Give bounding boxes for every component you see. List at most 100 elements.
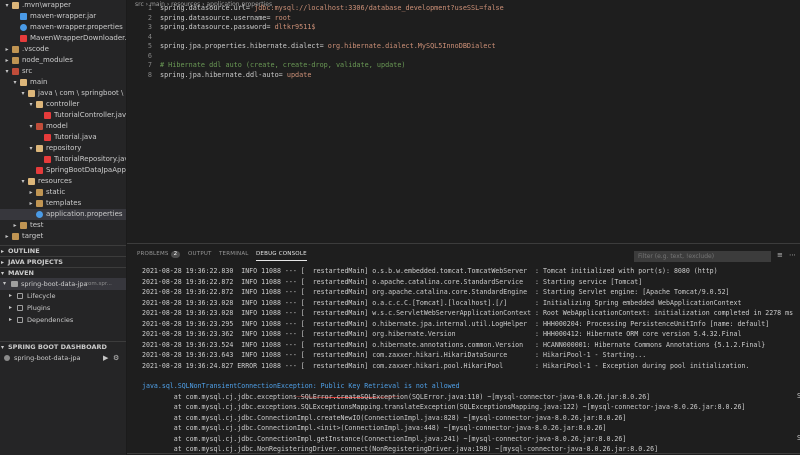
log-line: 2021-08-28 19:36:23.643 INFO 11088 --- [… — [142, 351, 647, 359]
tab-label: PROBLEMS — [137, 251, 169, 257]
chevron-down-icon[interactable]: ▾ — [11, 77, 19, 88]
chevron-right-icon[interactable]: ▸ — [9, 314, 12, 326]
line-number: 1 — [147, 4, 152, 12]
tree-item[interactable]: application.properties — [0, 209, 126, 220]
chevron-down-icon[interactable]: ▾ — [27, 143, 35, 154]
file-tree: ▾ .mvn\wrapper maven-wrapper.jar maven-wrap… — [0, 0, 126, 242]
chevron-right-icon[interactable]: ▸ — [11, 220, 19, 231]
chevron-down-icon[interactable]: ▾ — [19, 88, 27, 99]
stack-trace-line[interactable]: at com.mysql.cj.jdbc.exceptions.SQLExcep… — [142, 402, 746, 412]
tree-item-label: .vscode — [22, 45, 49, 53]
chevron-down-icon[interactable]: ▾ — [27, 121, 35, 132]
code-line[interactable]: 4 — [127, 33, 800, 43]
java-projects-section-header[interactable]: ▸ JAVA PROJECTS — [0, 256, 126, 267]
tree-item-label: Tutorial.java — [54, 133, 97, 141]
debug-icon[interactable]: ⚙ — [113, 352, 119, 364]
tree-item-label: SpringBootDataJpaApplication.... — [46, 166, 126, 174]
red-folder-icon — [36, 123, 43, 130]
chevron-right-icon[interactable]: ▸ — [9, 302, 12, 314]
chevron-right-icon[interactable]: ▸ — [3, 231, 11, 242]
tree-item[interactable]: ▾ repository — [0, 143, 126, 154]
chevron-down-icon[interactable]: ▾ — [3, 66, 11, 77]
java-file-icon — [44, 156, 51, 163]
chevron-down-icon[interactable]: ▾ — [27, 99, 35, 110]
play-icon[interactable]: ▶ — [103, 352, 108, 364]
problems-count-badge: 2 — [170, 251, 181, 258]
line-number: 2 — [147, 13, 152, 22]
spring-boot-dashboard-header[interactable]: ▾ SPRING BOOT DASHBOARD — [0, 341, 126, 352]
debug-console-output[interactable]: › 2021-08-28 19:36:22.830 INFO 11088 ---… — [127, 266, 800, 455]
console-filter-input[interactable] — [634, 251, 771, 262]
log-line: 2021-08-28 19:36:22.872 INFO 11088 --- [… — [142, 288, 730, 296]
chevron-right-icon[interactable]: ▸ — [3, 55, 11, 66]
code-line[interactable]: 3 spring.datasource.password= dltkr9511$ — [127, 23, 800, 33]
chevron-right-icon[interactable]: ▸ — [3, 44, 11, 55]
folder-icon — [12, 233, 19, 240]
maven-item-lifecycle[interactable]: ▸ Lifecycle — [0, 290, 126, 302]
code-comment: # Hibernate ddl auto (create, create-dro… — [160, 61, 406, 69]
code-line[interactable]: 8 spring.jpa.hibernate.ddl-auto= update — [127, 71, 800, 81]
stack-trace-line[interactable]: at com.mysql.cj.jdbc.ConnectionImpl.getI… — [142, 434, 627, 444]
tree-item[interactable]: SpringBootDataJpaApplication.... — [0, 165, 126, 176]
chevron-right-icon[interactable]: ▸ — [9, 290, 12, 302]
code-line[interactable]: 6 — [127, 52, 800, 62]
dashboard-app-item[interactable]: spring-boot-data-jpa ▶ ⚙ — [0, 352, 126, 364]
tree-item[interactable]: ▾ .mvn\wrapper — [0, 0, 126, 11]
tree-item[interactable]: TutorialController.java — [0, 110, 126, 121]
tree-item[interactable]: TutorialRepository.java — [0, 154, 126, 165]
tree-item[interactable]: ▾ src — [0, 66, 126, 77]
tree-item[interactable]: Tutorial.java — [0, 132, 126, 143]
tree-item[interactable]: MavenWrapperDownloader.java — [0, 33, 126, 44]
tree-item[interactable]: ▾ main — [0, 77, 126, 88]
tree-item[interactable]: maven-wrapper.jar — [0, 11, 126, 22]
tree-item[interactable]: ▸ .vscode — [0, 44, 126, 55]
tree-item[interactable]: maven-wrapper.properties — [0, 22, 126, 33]
tree-item[interactable]: ▸ static — [0, 187, 126, 198]
folder-icon — [12, 46, 19, 53]
tree-item[interactable]: ▾ java \ com \ springboot \ angular... — [0, 88, 126, 99]
tree-item[interactable]: ▾ resources — [0, 176, 126, 187]
plugins-icon — [17, 305, 23, 311]
chevron-down-icon[interactable]: ▾ — [3, 0, 11, 11]
tree-item[interactable]: ▸ test — [0, 220, 126, 231]
code-area[interactable]: 1 spring.datasource.url= jdbc:mysql://loc… — [127, 4, 800, 80]
stack-trace-line[interactable]: at com.mysql.cj.jdbc.ConnectionImpl.<ini… — [142, 423, 607, 433]
stack-trace-line[interactable]: at com.mysql.cj.jdbc.NonRegisteringDrive… — [142, 444, 658, 454]
chevron-right-icon[interactable]: ▸ — [27, 187, 35, 198]
tree-item-label: TutorialController.java — [54, 111, 127, 119]
tree-item-label: target — [22, 232, 44, 240]
tree-item[interactable]: ▸ node_modules — [0, 55, 126, 66]
stack-trace-line[interactable]: at com.mysql.cj.jdbc.ConnectionImpl.crea… — [142, 413, 627, 423]
tab-problems[interactable]: PROBLEMS 2 — [137, 251, 181, 258]
property-value: dltkr9511$ — [274, 23, 316, 31]
maven-item-dependencies[interactable]: ▸ Dependencies — [0, 314, 126, 326]
stack-trace-line[interactable]: at com.mysql.cj.jdbc.exceptions.SQLError… — [142, 392, 650, 402]
tab-output[interactable]: OUTPUT — [188, 251, 212, 257]
code-editor[interactable]: src › main › resources › application.pro… — [127, 0, 800, 243]
outline-section-header[interactable]: ▸ OUTLINE — [0, 245, 126, 256]
maven-item-plugins[interactable]: ▸ Plugins — [0, 302, 126, 314]
tab-terminal[interactable]: TERMINAL — [219, 251, 249, 257]
code-text: spring.datasource.username= root — [160, 14, 291, 24]
tree-item[interactable]: ▸ target — [0, 231, 126, 242]
code-line[interactable]: 1 spring.datasource.url= jdbc:mysql://loc… — [127, 4, 800, 14]
tree-item-label: maven-wrapper.properties — [30, 23, 123, 31]
property-value: jdbc:mysql://localhost:3306/database_dev… — [254, 4, 504, 12]
tree-item[interactable]: ▾ model — [0, 121, 126, 132]
line-number: 5 — [147, 42, 152, 50]
tree-item[interactable]: ▾ controller — [0, 99, 126, 110]
tree-item[interactable]: ▸ templates — [0, 198, 126, 209]
tree-item-label: maven-wrapper.jar — [30, 12, 97, 20]
code-line[interactable]: 5 spring.jpa.properties.hibernate.dialect… — [127, 42, 800, 52]
chevron-right-icon[interactable]: ▸ — [27, 198, 35, 209]
code-line[interactable]: 2 spring.datasource.username= root — [127, 14, 800, 24]
code-line[interactable]: 7 # Hibernate ddl auto (create, create-dr… — [127, 61, 800, 71]
clear-console-icon[interactable]: ≡ — [777, 251, 783, 259]
tab-debug-console[interactable]: DEBUG CONSOLE — [256, 251, 307, 261]
tree-item-label: repository — [46, 144, 82, 152]
maven-section-header[interactable]: ▾ MAVEN — [0, 267, 126, 278]
maven-project-item[interactable]: ▾ spring-boot-data-jpa com.spr... — [0, 278, 126, 290]
more-actions-icon[interactable]: ⋯ — [789, 251, 796, 259]
log-line: 2021-08-28 19:36:23.362 INFO 11088 --- [… — [142, 330, 742, 338]
chevron-down-icon[interactable]: ▾ — [19, 176, 27, 187]
